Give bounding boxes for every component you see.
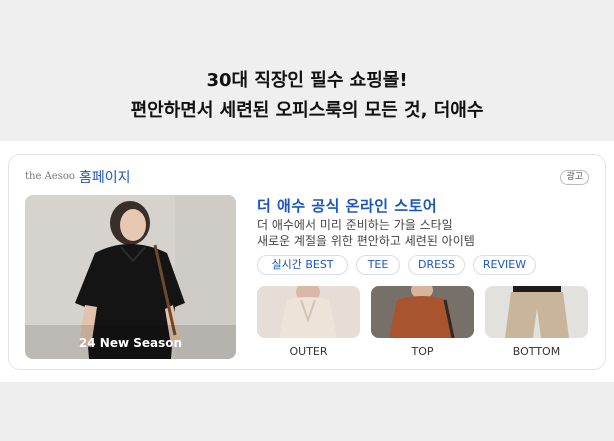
model-photo bbox=[25, 195, 236, 359]
site-row: the Aesoo 홈페이지 광고 bbox=[25, 167, 589, 187]
chip-review[interactable]: REVIEW bbox=[473, 255, 536, 275]
headline-line-2: 편안하면서 세련된 오피스룩의 모든 것, 더애수 bbox=[130, 100, 484, 121]
bottom-photo bbox=[485, 286, 588, 338]
thumbnail-bottom[interactable] bbox=[485, 286, 588, 338]
top-photo bbox=[371, 286, 474, 338]
headline-line-1: 30대 직장인 필수 쇼핑몰! bbox=[206, 70, 408, 91]
thumbnail-label-top[interactable]: TOP bbox=[371, 345, 474, 358]
chip-realtime-best[interactable]: 실시간 BEST bbox=[257, 255, 348, 275]
ad-title-link[interactable]: 더 애수 공식 온라인 스토어 bbox=[257, 195, 437, 216]
chip-tee[interactable]: TEE bbox=[356, 255, 400, 275]
chip-dress[interactable]: DRESS bbox=[408, 255, 465, 275]
site-logo[interactable]: the Aesoo bbox=[25, 171, 75, 182]
ad-card[interactable]: the Aesoo 홈페이지 광고 24 New Season 더 애수 공식 … bbox=[8, 154, 606, 370]
ad-badge: 광고 bbox=[560, 170, 589, 185]
thumbnail-label-bottom[interactable]: BOTTOM bbox=[485, 345, 588, 358]
thumbnail-outer[interactable] bbox=[257, 286, 360, 338]
thumbnail-label-outer[interactable]: OUTER bbox=[257, 345, 360, 358]
thumbnail-top[interactable] bbox=[371, 286, 474, 338]
hero-image[interactable]: 24 New Season bbox=[25, 195, 236, 359]
homepage-link[interactable]: 홈페이지 bbox=[79, 167, 131, 187]
ad-description-2: 새로운 계절을 위한 편안하고 세련된 아이템 bbox=[257, 234, 475, 248]
headline-banner: 30대 직장인 필수 쇼핑몰! 편안하면서 세련된 오피스룩의 모든 것, 더애… bbox=[0, 0, 614, 141]
outer-photo bbox=[257, 286, 360, 338]
ad-description-1: 더 애수에서 미리 준비하는 가을 스타일 bbox=[257, 218, 453, 232]
hero-caption: 24 New Season bbox=[78, 336, 183, 350]
